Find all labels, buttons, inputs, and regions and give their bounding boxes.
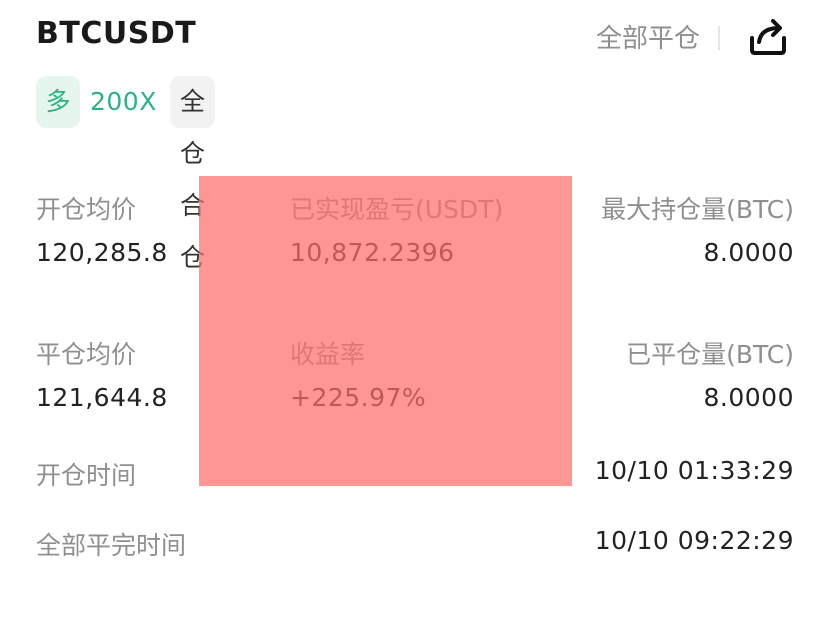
- margin-mode-badge: 全仓 合仓: [170, 76, 216, 272]
- closed-volume-label: 已平仓量(BTC): [626, 340, 794, 369]
- open-time-label: 开仓时间: [36, 461, 137, 490]
- close-time-value: 10/10 09:22:29: [594, 526, 794, 555]
- roi-label: 收益率: [290, 340, 366, 369]
- close-all-button[interactable]: 全部平仓: [596, 18, 700, 55]
- closed-volume-value: 8.0000: [703, 383, 794, 412]
- share-icon[interactable]: [744, 12, 792, 60]
- symbol-title: BTCUSDT: [36, 16, 197, 51]
- close-avg-price-label: 平仓均价: [36, 340, 137, 369]
- open-avg-price-value: 120,285.8: [36, 238, 168, 267]
- leverage-badge: 200X: [90, 87, 157, 116]
- divider: [718, 26, 720, 50]
- roi-value: +225.97%: [290, 383, 427, 412]
- realized-pnl-label: 已实现盈亏(USDT): [290, 195, 504, 224]
- max-position-label: 最大持仓量(BTC): [601, 195, 794, 224]
- header: BTCUSDT 全部平仓: [36, 12, 796, 62]
- long-badge: 多: [36, 76, 80, 128]
- close-avg-price-value: 121,644.8: [36, 383, 168, 412]
- open-time-value: 10/10 01:33:29: [594, 456, 794, 485]
- close-time-label: 全部平完时间: [36, 531, 187, 560]
- realized-pnl-value: 10,872.2396: [290, 238, 455, 267]
- max-position-value: 8.0000: [703, 238, 794, 267]
- open-avg-price-label: 开仓均价: [36, 195, 137, 224]
